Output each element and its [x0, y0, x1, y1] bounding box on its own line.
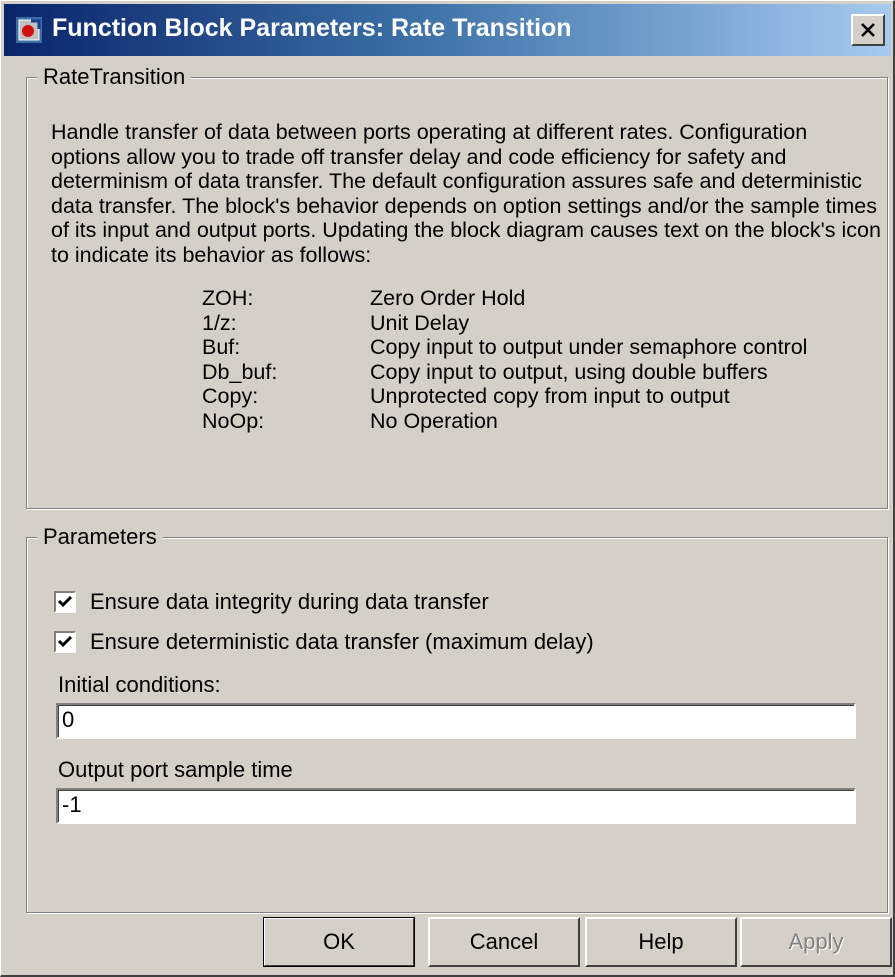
initial-conditions-label: Initial conditions: — [58, 672, 221, 697]
ensure-deterministic-checkbox[interactable] — [54, 631, 76, 653]
ok-button[interactable]: OK — [263, 917, 415, 967]
ensure-integrity-checkbox[interactable] — [54, 591, 76, 613]
group-label-ratetransition: RateTransition — [37, 64, 192, 90]
parameters-group: Parameters Ensure data integrity during … — [26, 524, 888, 913]
dialog-window: Function Block Parameters: Rate Transiti… — [0, 0, 895, 977]
code-meaning: Unit Delay — [370, 310, 470, 335]
code-key: 1/z: — [202, 310, 237, 335]
code-meaning: Unprotected copy from input to output — [370, 384, 730, 408]
code-key: ZOH: — [202, 286, 254, 310]
title-bar[interactable]: Function Block Parameters: Rate Transiti… — [4, 4, 891, 56]
close-button[interactable] — [851, 14, 885, 46]
initial-conditions-input[interactable]: 0 — [56, 703, 856, 739]
checkmark-icon — [57, 635, 73, 648]
code-row-buf: Buf: Copy input to output under semaphore… — [202, 335, 807, 360]
code-meaning: Zero Order Hold — [370, 286, 526, 310]
code-key: NoOp: — [202, 408, 265, 433]
code-row-copy: Copy: Unprotected copy from input to outp… — [202, 384, 807, 409]
help-button[interactable]: Help — [585, 917, 737, 967]
rate-transition-group: RateTransition Handle transfer of data b… — [26, 64, 888, 509]
code-meaning: No Operation — [370, 408, 498, 433]
block-description: Handle transfer of data between ports op… — [51, 120, 881, 267]
cancel-button[interactable]: Cancel — [428, 917, 580, 967]
output-sample-time-input[interactable]: -1 — [56, 788, 856, 824]
code-key: Db_buf: — [202, 359, 278, 384]
ensure-deterministic-row[interactable]: Ensure deterministic data transfer (maxi… — [54, 629, 594, 655]
simulink-block-icon — [16, 17, 42, 43]
behavior-code-list: ZOH: Zero Order Hold 1/z: Unit Delay Buf: C… — [202, 286, 807, 433]
code-row-db-buf: Db_buf: Copy input to output, using doubl… — [202, 360, 807, 385]
code-meaning: Copy input to output, using double buffe… — [370, 359, 768, 384]
ensure-integrity-label: Ensure data integrity during data transf… — [90, 589, 489, 614]
close-icon — [861, 23, 875, 37]
group-label-parameters: Parameters — [37, 524, 163, 550]
checkmark-icon — [57, 595, 73, 608]
code-meaning: Copy input to output under semaphore con… — [370, 335, 808, 359]
code-row-zoh: ZOH: Zero Order Hold — [202, 286, 807, 311]
code-row-unit-delay: 1/z: Unit Delay — [202, 311, 807, 336]
code-key: Copy: — [202, 384, 259, 408]
window-title: Function Block Parameters: Rate Transiti… — [52, 14, 572, 42]
ensure-deterministic-label: Ensure deterministic data transfer (maxi… — [90, 629, 594, 654]
apply-button[interactable]: Apply — [740, 917, 892, 967]
code-row-noop: NoOp: No Operation — [202, 409, 807, 434]
output-sample-time-label: Output port sample time — [58, 757, 293, 782]
ensure-integrity-row[interactable]: Ensure data integrity during data transf… — [54, 589, 489, 615]
code-key: Buf: — [202, 335, 241, 359]
